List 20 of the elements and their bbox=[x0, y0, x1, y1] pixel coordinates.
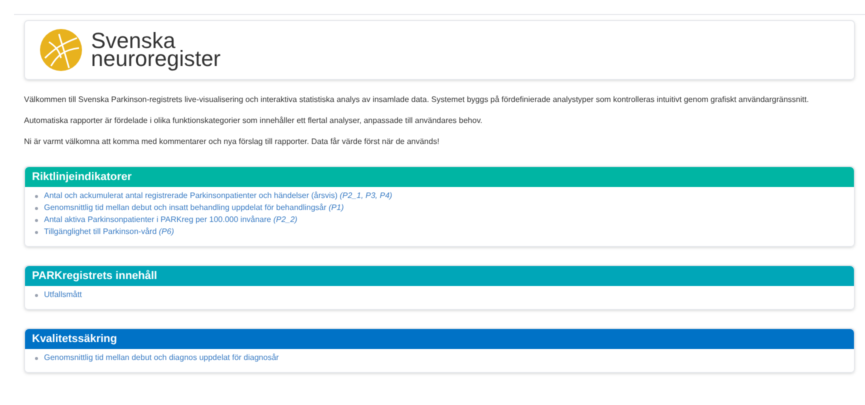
intro-paragraph: Välkommen till Svenska Parkinson-registrets live-visualisering och interaktiva statistiska analys av insamlade data. Systemet byggs på fördefinierade analystyper som kontrolleras intuitivt genom grafiskt användargränssnitt. bbox=[24, 94, 810, 106]
report-link[interactable]: Tillgänglighet till Parkinson-vård (P6) bbox=[44, 226, 174, 238]
panel-header: PARKregistrets innehåll bbox=[25, 266, 854, 286]
report-link[interactable]: Genomsnittlig tid mellan debut och insatt behandling uppdelat för behandlingsår (P1) bbox=[44, 202, 344, 214]
report-link[interactable]: Antal och ackumulerat antal registrerade Parkinsonpatienter och händelser (årsvis) (P2_1, P3, P4) bbox=[44, 190, 392, 202]
bullet-icon bbox=[35, 230, 38, 234]
report-link[interactable]: Genomsnittlig tid mellan debut och diagnos uppdelat för diagnosår bbox=[44, 352, 279, 364]
intro-paragraph: Ni är varmt välkomna att komma med kommentarer och nya förslag till rapporter. Data får värde först när de används! bbox=[24, 136, 440, 148]
bullet-icon bbox=[35, 194, 38, 198]
bullet-icon bbox=[35, 356, 38, 360]
leaf-logo-icon bbox=[39, 28, 83, 72]
panel-header: Kvalitetssäkring bbox=[25, 329, 854, 349]
report-link[interactable]: Utfallsmått bbox=[44, 289, 82, 301]
logo-text: Svenska bbox=[91, 32, 176, 50]
intro-paragraph: Automatiska rapporter är fördelade i olika funktionskategorier som innehåller ett flertal analyser, anpassade till användares behov. bbox=[24, 115, 484, 127]
bullet-icon bbox=[35, 294, 38, 296]
bullet-icon bbox=[35, 206, 38, 210]
report-link[interactable]: Antal aktiva Parkinsonpatienter i PARKreg per 100.000 invånare (P2_2) bbox=[44, 214, 298, 226]
panel-header: Riktlinjeindikatorer bbox=[25, 167, 854, 187]
bullet-icon bbox=[35, 218, 38, 222]
